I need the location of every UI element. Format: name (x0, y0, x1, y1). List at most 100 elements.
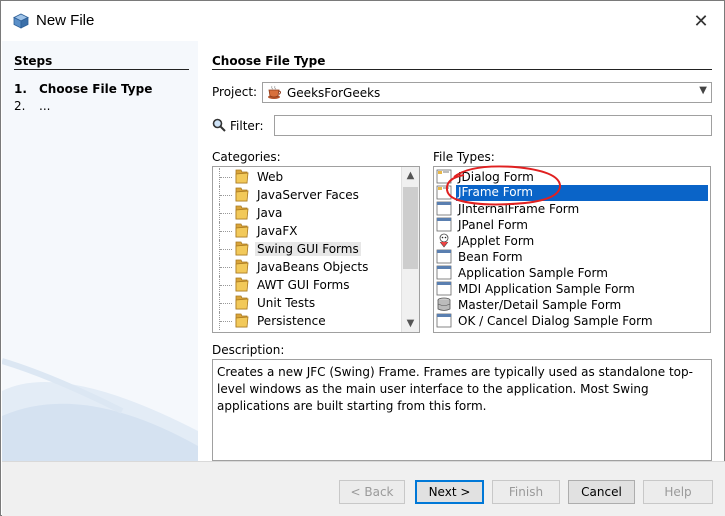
category-label: Java (257, 206, 283, 220)
file-type-item[interactable]: JPanel Form (434, 216, 710, 232)
scroll-up-icon[interactable]: ▲ (402, 167, 419, 184)
search-icon (212, 118, 226, 132)
folder-icon (235, 169, 249, 184)
file-type-item[interactable]: JInternalFrame Form (434, 200, 710, 216)
scroll-down-icon[interactable]: ▼ (402, 315, 419, 332)
steps-divider (14, 69, 189, 70)
file-type-label: MDI Application Sample Form (458, 282, 635, 296)
tree-line (219, 204, 233, 222)
cancel-button[interactable]: Cancel (568, 480, 635, 504)
category-item[interactable]: AWT GUI Forms (213, 276, 401, 294)
title-bar: New File ✕ (1, 1, 724, 41)
file-type-label: JFrame Form (456, 185, 708, 201)
finish-button[interactable]: Finish (492, 480, 560, 504)
file-type-item[interactable]: MDI Application Sample Form (434, 280, 710, 296)
file-type-label: JDialog Form (458, 170, 534, 184)
file-type-label: Master/Detail Sample Form (458, 298, 622, 312)
folder-icon (235, 295, 249, 310)
file-types-list[interactable]: JDialog Form JFrame Form JInternalFrame Fo… (433, 166, 711, 333)
japplet-form-icon (439, 233, 449, 248)
button-bar: < Back Next > Finish Cancel Help (2, 462, 725, 516)
dialog-form-icon (436, 313, 452, 328)
tree-line (219, 186, 233, 204)
categories-scrollbar[interactable]: ▲ ▼ (401, 167, 419, 332)
category-item[interactable]: Unit Tests (213, 294, 401, 312)
category-item[interactable]: JavaServer Faces (213, 186, 401, 204)
category-item[interactable]: Web (213, 168, 401, 186)
close-button[interactable]: ✕ (686, 7, 716, 35)
step-number: 1. (14, 82, 27, 96)
description-text: Creates a new JFC (Swing) Frame. Frames … (212, 359, 712, 461)
category-item[interactable]: Persistence (213, 312, 401, 330)
steps-panel: Steps 1. Choose File Type 2.... (2, 41, 198, 461)
jinternalframe-form-icon (436, 201, 452, 216)
folder-icon (235, 277, 249, 292)
project-label: Project: (212, 85, 258, 99)
category-label: JavaFX (257, 224, 298, 238)
file-type-item[interactable]: JDialog Form (434, 168, 710, 184)
window-title: New File (36, 12, 95, 29)
steps-header: Steps (14, 54, 53, 68)
bean-form-icon (436, 249, 452, 264)
categories-list[interactable]: Web JavaServer Faces Java JavaFX Swing GUI F… (212, 166, 420, 333)
filter-input[interactable] (274, 115, 712, 136)
description-label: Description: (212, 343, 285, 357)
file-type-label: Bean Form (458, 250, 523, 264)
category-label: JavaServer Faces (257, 188, 359, 202)
file-types-label: File Types: (433, 150, 495, 164)
category-item[interactable]: JavaFX (213, 222, 401, 240)
file-type-item[interactable]: Application Sample Form (434, 264, 710, 280)
folder-icon (235, 241, 249, 256)
close-icon: ✕ (693, 10, 709, 32)
category-label: Persistence (257, 314, 326, 328)
filter-label: Filter: (230, 119, 264, 133)
file-type-label: JInternalFrame Form (458, 202, 580, 216)
step-number: 2. (14, 99, 26, 113)
help-button[interactable]: Help (643, 480, 713, 504)
jframe-form-icon (436, 185, 452, 200)
category-label: Web (257, 170, 284, 184)
section-divider (212, 69, 712, 70)
folder-icon (235, 223, 249, 238)
folder-icon (235, 259, 249, 274)
step-label: Choose File Type (39, 82, 153, 96)
tree-line (219, 276, 233, 294)
coffee-cup-icon (268, 85, 281, 99)
category-item[interactable]: Java (213, 204, 401, 222)
scrollbar-thumb[interactable] (403, 187, 418, 269)
category-label: Unit Tests (257, 296, 316, 310)
file-type-item[interactable]: Bean Form (434, 248, 710, 264)
mdi-form-icon (436, 281, 452, 296)
tree-line (219, 312, 233, 330)
step-item-1: 1. Choose File Type (14, 82, 152, 96)
project-value: GeeksForGeeks (287, 86, 381, 100)
tree-line (219, 240, 233, 258)
jpanel-form-icon (436, 217, 452, 232)
chevron-down-icon: ▼ (699, 85, 707, 96)
file-type-item[interactable]: JFrame Form (434, 184, 710, 201)
back-button[interactable]: < Back (339, 480, 405, 504)
step-label: ... (39, 99, 51, 113)
category-item[interactable]: Swing GUI Forms (213, 240, 401, 258)
step-item-2: 2.... (14, 99, 50, 113)
tree-line (219, 222, 233, 240)
category-item[interactable]: JavaBeans Objects (213, 258, 401, 276)
categories-label: Categories: (212, 150, 281, 164)
project-select[interactable]: GeeksForGeeks ▼ (262, 82, 712, 103)
new-file-dialog: New File ✕ Steps 1. Choose File Type 2...… (0, 0, 725, 516)
next-button[interactable]: Next > (415, 480, 484, 504)
file-type-label: OK / Cancel Dialog Sample Form (458, 314, 653, 328)
category-label: Swing GUI Forms (255, 242, 361, 256)
section-header: Choose File Type (212, 54, 326, 68)
file-type-item[interactable]: JApplet Form (434, 232, 710, 248)
file-type-item[interactable]: OK / Cancel Dialog Sample Form (434, 312, 710, 328)
file-type-item[interactable]: Master/Detail Sample Form (434, 296, 710, 312)
tree-line (219, 258, 233, 276)
category-label: JavaBeans Objects (257, 260, 369, 274)
cube-icon (13, 13, 29, 29)
folder-icon (235, 187, 249, 202)
tree-line (219, 294, 233, 312)
database-form-icon (437, 297, 451, 311)
file-type-label: Application Sample Form (458, 266, 608, 280)
category-label: AWT GUI Forms (257, 278, 350, 292)
